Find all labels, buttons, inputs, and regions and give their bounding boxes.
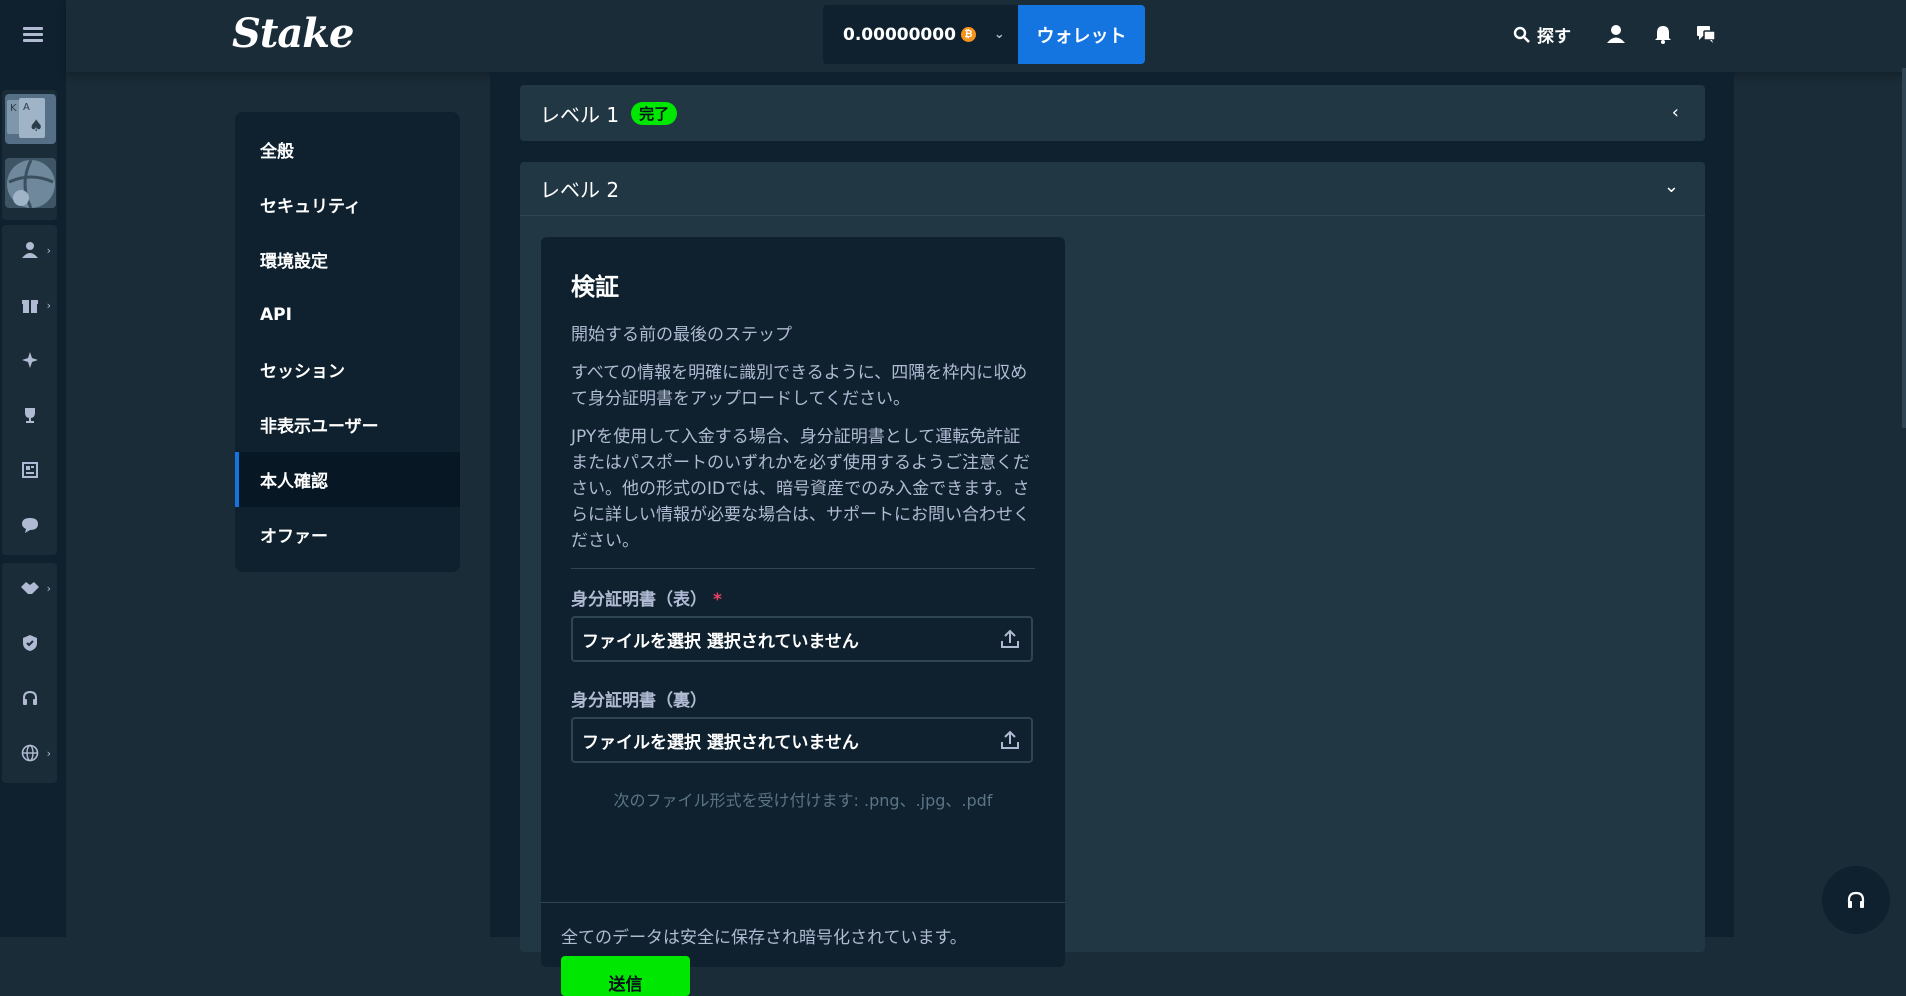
verification-jpy-note: JPYを使用して入金する場合、身分証明書として運転免許証またはパスポートのいずれ…	[571, 427, 1030, 551]
chevron-down-icon: ⌄	[1663, 176, 1679, 197]
nav-item-general[interactable]: 全般	[235, 122, 460, 177]
secure-note: 全てのデータは安全に保存され暗号化されています。	[561, 928, 967, 948]
profile-button[interactable]	[1604, 22, 1628, 46]
verification-title: 検証	[571, 273, 619, 301]
search-button[interactable]: 探す	[1513, 22, 1571, 47]
top-bar: Stake 0.00000000 ₿ ⌄ ウォレット 探す	[66, 0, 1906, 72]
id-back-label: 身分証明書（裏）	[571, 691, 707, 711]
divider	[571, 568, 1035, 569]
rail-nav-group: › ›	[2, 225, 57, 555]
casino-thumb[interactable]: K A ♠	[5, 94, 56, 144]
accepted-formats: 次のファイル形式を受け付けます: .png、.jpg、.pdf	[613, 791, 993, 810]
live-support-button[interactable]	[1822, 866, 1890, 934]
nav-item-verify[interactable]: 本人確認	[235, 452, 460, 507]
required-mark: *	[713, 590, 722, 610]
bitcoin-icon: ₿	[960, 27, 976, 42]
balance-amount: 0.00000000	[843, 24, 956, 45]
chevron-right-icon: ›	[46, 581, 51, 595]
trophy-icon	[24, 408, 35, 423]
wallet-button[interactable]: ウォレット	[1018, 5, 1145, 64]
level2-title: レベル 2	[540, 178, 620, 202]
search-icon	[1513, 26, 1530, 43]
side-rail: K A ♠ › › › ›	[0, 0, 66, 937]
handshake-icon	[20, 582, 39, 594]
level2-header[interactable]: レベル 2 ⌄	[520, 162, 1705, 216]
upload-icon	[1001, 730, 1019, 749]
level1-accordion[interactable]: レベル 1 完了 ‹	[520, 85, 1705, 141]
verification-instructions: すべての情報を明確に識別できるように、四隅を枠内に収めて身分証明書をアップロード…	[571, 363, 1028, 409]
rail-game-thumbs: K A ♠	[2, 90, 57, 220]
rail-live-support[interactable]	[2, 678, 57, 718]
page-scrollbar[interactable]	[1902, 68, 1906, 428]
upload-icon	[1001, 629, 1019, 648]
rail-blog[interactable]	[2, 450, 57, 490]
rail-vip[interactable]	[2, 395, 57, 435]
chat-bubble-icon	[21, 518, 38, 533]
rail-affiliate[interactable]	[2, 340, 57, 380]
id-back-file-text: ファイルを選択 選択されていません	[582, 732, 859, 753]
id-front-label: 身分証明書（表） *	[571, 585, 1035, 610]
card-footer: 全てのデータは安全に保存され暗号化されています。 送信	[541, 902, 1065, 996]
status-badge: 完了	[631, 101, 678, 125]
headset-icon	[1847, 891, 1865, 908]
user-icon	[21, 242, 38, 258]
rail-responsible[interactable]	[2, 623, 57, 663]
rail-support-group: › ›	[2, 563, 57, 783]
level1-title: レベル 1	[540, 102, 620, 127]
level2-accordion: レベル 2 ⌄ 検証 開始する前の最後のステップ すべての情報を明確に識別できる…	[520, 162, 1705, 996]
rail-sponsorships[interactable]: ›	[2, 568, 57, 608]
settings-nav: 全般 セキュリティ 環境設定 API セッション 非表示ユーザー 本人確認 オフ…	[235, 112, 460, 572]
svg-text:K: K	[10, 103, 17, 114]
id-front-label-text: 身分証明書（表）	[571, 590, 707, 610]
notifications-button[interactable]	[1651, 22, 1675, 46]
nav-item-api[interactable]: API	[235, 287, 460, 342]
bell-icon	[1655, 26, 1671, 44]
globe-icon	[21, 744, 38, 762]
basketball-icon	[7, 159, 55, 208]
chevron-right-icon: ›	[46, 298, 51, 312]
gift-icon	[21, 300, 38, 313]
user-icon	[1607, 25, 1625, 43]
chat-icon	[1697, 26, 1716, 43]
search-label: 探す	[1537, 27, 1571, 47]
chat-button[interactable]	[1694, 22, 1718, 46]
shield-icon	[22, 635, 37, 651]
cards-icon: K A ♠	[7, 98, 45, 138]
chevron-down-icon: ⌄	[993, 27, 1005, 42]
id-back-file-input[interactable]: ファイルを選択 選択されていません	[571, 717, 1033, 763]
sports-thumb[interactable]	[5, 158, 56, 208]
rail-language[interactable]: ›	[2, 733, 57, 773]
verification-card: 検証 開始する前の最後のステップ すべての情報を明確に識別できるように、四隅を枠…	[541, 237, 1065, 996]
menu-toggle-button[interactable]	[0, 0, 66, 70]
headset-icon	[22, 690, 37, 705]
svg-text:A: A	[23, 102, 30, 113]
balance-selector[interactable]: 0.00000000 ₿ ⌄	[823, 5, 1019, 64]
newspaper-icon	[21, 462, 38, 478]
nav-item-sessions[interactable]: セッション	[235, 342, 460, 397]
nav-item-security[interactable]: セキュリティ	[235, 177, 460, 232]
nav-item-ignored-users[interactable]: 非表示ユーザー	[235, 397, 460, 452]
chevron-right-icon: ›	[46, 746, 51, 760]
submit-button[interactable]: 送信	[561, 956, 690, 996]
chevron-left-icon: ‹	[1671, 102, 1679, 123]
nav-item-offers[interactable]: オファー	[235, 507, 460, 562]
id-front-file-text: ファイルを選択 選択されていません	[582, 631, 859, 652]
stake-logo[interactable]: Stake	[232, 10, 354, 57]
sparkle-icon	[21, 352, 38, 368]
svg-text:♠: ♠	[29, 116, 43, 135]
rail-profile[interactable]: ›	[2, 230, 57, 270]
hamburger-icon	[23, 27, 43, 43]
rail-promotions[interactable]: ›	[2, 285, 57, 325]
verification-intro: 開始する前の最後のステップ	[571, 325, 792, 345]
chevron-right-icon: ›	[46, 243, 51, 257]
nav-item-preferences[interactable]: 環境設定	[235, 232, 460, 287]
id-front-file-input[interactable]: ファイルを選択 選択されていません	[571, 616, 1033, 662]
rail-forum[interactable]	[2, 505, 57, 545]
